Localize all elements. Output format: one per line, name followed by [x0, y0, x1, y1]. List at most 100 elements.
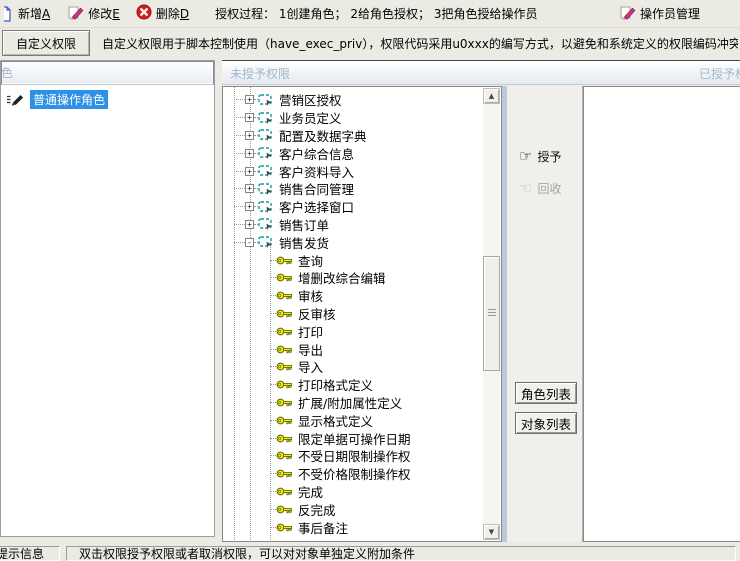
- operator-management-button[interactable]: 操作员管理: [620, 4, 700, 23]
- tree-branch-node[interactable]: +销售订单: [224, 216, 483, 234]
- key-icon: [276, 326, 293, 337]
- tree-scrollbar[interactable]: ▲ ▼: [483, 88, 500, 540]
- tree-node-label: 增删改综合编辑: [298, 268, 386, 287]
- delete-button[interactable]: 删除D: [132, 2, 193, 25]
- expand-toggle-icon[interactable]: +: [245, 131, 254, 140]
- tree-branch-node[interactable]: + 营销区授权: [224, 91, 483, 109]
- revoke-button[interactable]: ☜ 回收: [519, 180, 561, 197]
- delete-x-icon: [136, 4, 152, 23]
- tree-node-label: 完成: [298, 482, 323, 501]
- roles-header-label: 角色: [1, 62, 13, 84]
- tree-node-label: 反完成: [298, 500, 336, 519]
- module-icon: [258, 129, 273, 141]
- key-icon: [276, 433, 293, 444]
- grant-button[interactable]: ☞ 授予: [519, 148, 561, 165]
- key-icon: [276, 379, 293, 390]
- tree-node-label: 客户选择窗口: [279, 197, 354, 216]
- collapse-toggle-icon[interactable]: -: [245, 238, 254, 247]
- tree-node-label: 导出: [298, 340, 323, 359]
- key-icon: [276, 290, 293, 301]
- tree-connector: [234, 242, 245, 243]
- tree-branch-node[interactable]: +配置及数据字典: [224, 127, 483, 145]
- tab-custom-permission-label: 自定义权限: [16, 35, 76, 52]
- tab-custom-permission[interactable]: 自定义权限: [2, 30, 90, 56]
- operator-management-label: 操作员管理: [640, 5, 700, 22]
- tree-node-label: 事后备注: [298, 518, 348, 537]
- tree-permission-node[interactable]: 限定单据可操作日期: [224, 429, 483, 447]
- tree-permission-node[interactable]: 打印: [224, 322, 483, 340]
- tree-connector: [234, 135, 245, 136]
- tree-branch-node[interactable]: + 客户资料导入: [224, 162, 483, 180]
- expand-toggle-icon[interactable]: +: [245, 113, 254, 122]
- tree-branch-node[interactable]: + 客户综合信息: [224, 144, 483, 162]
- edit-pen-icon: [620, 4, 636, 23]
- tree-node-label: 查询: [298, 251, 323, 270]
- expand-toggle-icon[interactable]: +: [245, 95, 254, 104]
- tree-node-label: 客户综合信息: [279, 144, 354, 163]
- role-pen-icon: [6, 93, 30, 106]
- tree-permission-node[interactable]: 审核: [224, 287, 483, 305]
- tree-permission-node[interactable]: 打印格式定义: [224, 376, 483, 394]
- tree-node-label: 不受日期限制操作权: [298, 446, 411, 465]
- tree-connector: [234, 153, 245, 154]
- tree-node-label: 营销区授权: [279, 90, 342, 109]
- tree-node-label: 不受价格限制操作权: [298, 464, 411, 483]
- expand-toggle-icon[interactable]: +: [245, 184, 254, 193]
- tree-node-label: 客户资料导入: [279, 162, 354, 181]
- status-bar: 提示信息 双击权限授予权限或者取消权限，可以对对象单独定义附加条件: [0, 544, 740, 561]
- tree-permission-node[interactable]: 导入: [224, 358, 483, 376]
- tree-permission-node[interactable]: 增删改综合编辑: [224, 269, 483, 287]
- scroll-down-arrow-icon[interactable]: ▼: [483, 524, 500, 540]
- status-message: 双击权限授予权限或者取消权限，可以对对象单独定义附加条件: [66, 546, 736, 561]
- tree-permission-node[interactable]: 不受日期限制操作权: [224, 447, 483, 465]
- tree-branch-node[interactable]: +业务员定义: [224, 109, 483, 127]
- role-list-item[interactable]: 普通操作角色: [1, 91, 214, 108]
- tree-branch-node[interactable]: + 客户选择窗口: [224, 198, 483, 216]
- expand-toggle-icon[interactable]: +: [245, 202, 254, 211]
- add-button[interactable]: 新增A: [0, 3, 54, 24]
- tree-permission-node[interactable]: 反审核: [224, 305, 483, 323]
- key-icon: [276, 504, 293, 515]
- key-icon: [276, 344, 293, 355]
- tree-branch-node[interactable]: +销售合同管理: [224, 180, 483, 198]
- tree-node-label: 销售发货: [279, 233, 329, 252]
- tree-connector: [234, 206, 245, 207]
- expand-toggle-icon[interactable]: +: [245, 167, 254, 176]
- tree-permission-node[interactable]: 完成: [224, 483, 483, 501]
- tree-connector: [234, 117, 245, 118]
- key-icon: [276, 415, 293, 426]
- tree-rows: +营销区授权+业务员定义+配置及数据字典+客户综合信息+客户资料导入+销售合同管…: [224, 91, 483, 540]
- tree-branch-node[interactable]: - 销售发货: [224, 233, 483, 251]
- tree-permission-node[interactable]: 扩展/附加属性定义: [224, 394, 483, 412]
- key-icon: [276, 539, 293, 540]
- roles-panel: 角色 普通操作角色: [0, 60, 215, 537]
- tree-node-label: 打印格式定义: [298, 375, 373, 394]
- edit-button[interactable]: 修改E: [64, 2, 124, 25]
- tree-permission-node[interactable]: 查询: [224, 251, 483, 269]
- tree-permission-node[interactable]: 不受价格限制操作权: [224, 465, 483, 483]
- tree-node-label: 打印: [298, 322, 323, 341]
- roles-list: 普通操作角色: [1, 87, 214, 536]
- expand-toggle-icon[interactable]: +: [245, 220, 254, 229]
- scroll-up-arrow-icon[interactable]: ▲: [483, 88, 500, 104]
- role-list-button[interactable]: 角色列表: [515, 382, 577, 404]
- grant-button-label: 授予: [537, 148, 561, 165]
- module-icon: [258, 201, 273, 213]
- tree-viewport: +营销区授权+业务员定义+配置及数据字典+客户综合信息+客户资料导入+销售合同管…: [224, 87, 483, 540]
- tree-connector: [234, 224, 245, 225]
- object-list-button[interactable]: 对象列表: [515, 412, 577, 434]
- module-icon: [258, 112, 273, 124]
- tree-permission-node-partial[interactable]: [224, 536, 483, 540]
- expand-toggle-icon[interactable]: +: [245, 149, 254, 158]
- scrollbar-thumb[interactable]: [483, 256, 500, 371]
- module-icon: [258, 218, 273, 230]
- tree-node-label: 导入: [298, 357, 323, 376]
- key-icon: [276, 450, 293, 461]
- role-list-item-label: 普通操作角色: [30, 90, 108, 109]
- permissions-header-bar: 未授予权限 已授予权限: [222, 61, 740, 85]
- tree-permission-node[interactable]: 事后备注: [224, 518, 483, 536]
- tree-permission-node[interactable]: 显示格式定义: [224, 411, 483, 429]
- key-icon: [276, 255, 293, 266]
- tree-permission-node[interactable]: 导出: [224, 340, 483, 358]
- tree-permission-node[interactable]: 反完成: [224, 500, 483, 518]
